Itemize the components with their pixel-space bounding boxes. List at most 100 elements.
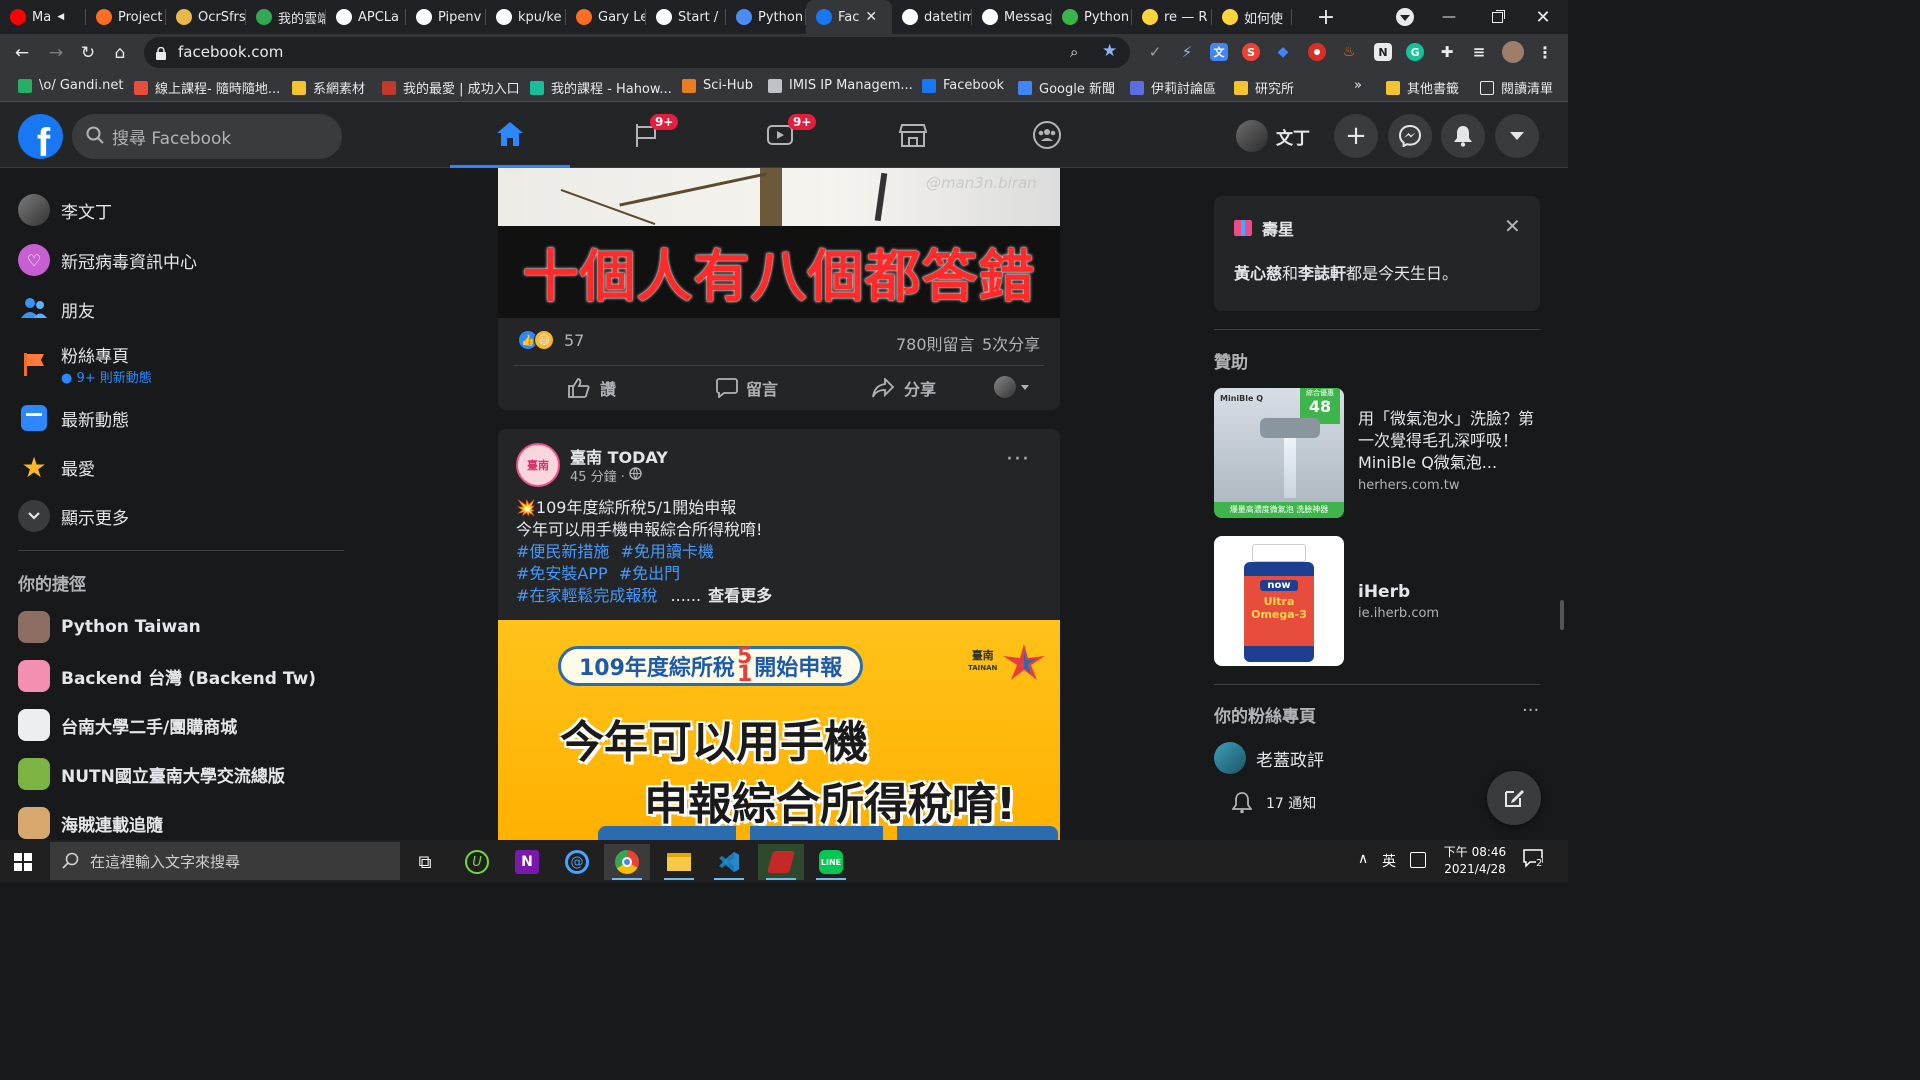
facebook-search-input[interactable]: 搜尋 Facebook — [72, 114, 342, 159]
birthday-name[interactable]: 李誌軒 — [1298, 264, 1346, 283]
new-tab-button[interactable]: + — [1312, 0, 1340, 34]
close-icon[interactable]: ✕ — [1504, 214, 1521, 238]
bookmark-item[interactable]: Google 新聞 — [1018, 78, 1115, 97]
hashtag-link[interactable]: #免用讀卡機 — [621, 542, 714, 561]
bookmark-item[interactable]: \o/ Gandi.net — [18, 78, 123, 93]
sidebar-item-covid[interactable]: ♡ 新冠病毒資訊中心 — [18, 237, 348, 283]
browser-tab[interactable]: datetim — [892, 0, 972, 34]
line-app-icon[interactable]: LINE — [808, 844, 854, 880]
close-window-button[interactable]: ✕ — [1520, 0, 1566, 34]
onenote-app-icon[interactable]: N — [504, 844, 550, 880]
post-image[interactable]: 109年度綜所稅 5 1 開始申報 臺南 TAINAN 今年可以用手機 申報綜合… — [498, 620, 1060, 840]
create-button[interactable]: + — [1334, 114, 1378, 158]
browser-tab[interactable]: 如何使 — [1212, 0, 1292, 34]
bookmark-item[interactable]: 系網素材 — [292, 78, 365, 97]
shortcut-item[interactable]: 台南大學二手/團購商城 — [18, 702, 348, 748]
tab-groups-people[interactable] — [987, 102, 1107, 168]
tab-home[interactable] — [450, 102, 570, 168]
vscode-app-icon[interactable] — [706, 844, 752, 880]
upwork-app-icon[interactable]: U — [454, 844, 500, 880]
like-button[interactable]: 讚 — [568, 376, 616, 400]
taskbar-search-box[interactable]: 在這裡輸入文字來搜尋 — [50, 842, 400, 880]
record-extension-icon[interactable] — [1308, 43, 1326, 61]
quill-app-icon[interactable] — [758, 844, 804, 880]
sidebar-item-show-more[interactable]: 顯示更多 — [18, 493, 348, 539]
ad-item[interactable]: MiniBle Q 綜合優惠 48 爆量高濃度微氣泡 洗臉神器 用「微氣泡水」洗… — [1214, 388, 1540, 518]
comment-button[interactable]: 留言 — [716, 376, 778, 400]
bookmark-item[interactable]: Facebook — [922, 78, 1004, 93]
file-explorer-app-icon[interactable] — [656, 844, 702, 880]
sidebar-item-favorites[interactable]: ★ 最愛 — [18, 444, 348, 490]
bookmark-item[interactable]: IMIS IP Managem... — [768, 78, 913, 93]
task-view-button[interactable]: ⧉ — [402, 844, 448, 880]
account-menu-button[interactable] — [1495, 114, 1539, 158]
browser-tab[interactable]: 我的雲端 — [246, 0, 326, 34]
browser-tab[interactable]: Pipenv — [406, 0, 486, 34]
bookmarks-more-button[interactable]: » — [1354, 78, 1362, 93]
bookmark-star-icon[interactable]: ★ — [1102, 41, 1117, 61]
diamond-extension-icon[interactable]: ◆ — [1274, 43, 1292, 61]
close-tab-icon[interactable]: ✕ — [865, 9, 877, 25]
gmail-app-icon[interactable]: @ — [554, 844, 600, 880]
address-bar[interactable]: facebook.com ⌕ ★ — [144, 37, 1130, 68]
tab-groups[interactable]: 9+ — [586, 102, 706, 168]
browser-tab[interactable]: Ma ◀ — [0, 0, 86, 34]
page-scrollbar[interactable] — [1560, 600, 1564, 630]
hashtag-link[interactable]: #在家輕鬆完成報稅 — [516, 586, 657, 605]
hashtag-link[interactable]: #便民新措施 — [516, 542, 609, 561]
browser-tab[interactable]: Python — [1052, 0, 1132, 34]
browser-tab[interactable]: Python — [726, 0, 806, 34]
new-message-button[interactable] — [1487, 771, 1541, 825]
browser-tab[interactable]: Fac ✕ — [806, 0, 892, 34]
ad-item[interactable]: now Ultra Omega-3 iHerb ie.iherb.com — [1214, 536, 1540, 666]
see-more-link[interactable]: 查看更多 — [708, 586, 772, 605]
zoom-icon[interactable]: ⌕ — [1070, 43, 1078, 61]
translate-extension-icon[interactable]: 文 — [1210, 43, 1228, 61]
post-options-button[interactable]: ··· — [1006, 447, 1030, 472]
bookmark-item[interactable]: 伊莉討論區 — [1130, 78, 1216, 97]
post-time[interactable]: 45 分鐘 · — [570, 466, 625, 485]
sidebar-item-friends[interactable]: 朋友 — [18, 286, 348, 332]
start-button[interactable] — [0, 844, 46, 880]
speaker-icon[interactable]: ◀ — [57, 12, 64, 22]
sidebar-item-pages[interactable]: 粉絲專頁 ● 9+ 則新動態 — [18, 338, 348, 390]
minimize-button[interactable]: — — [1426, 0, 1472, 34]
share-count[interactable]: 5次分享 — [982, 331, 1040, 355]
restore-button[interactable] — [1474, 0, 1520, 34]
page-notifications[interactable]: 17 通知 — [1232, 792, 1316, 814]
facebook-logo-icon[interactable]: f — [18, 114, 63, 159]
birthday-name[interactable]: 黃心慈 — [1234, 264, 1282, 283]
sidebar-item-profile[interactable]: 李文丁 — [18, 187, 348, 233]
checkmark-extension-icon[interactable]: ✓ — [1146, 43, 1164, 61]
comment-count[interactable]: 780則留言 — [896, 331, 975, 355]
browser-tab[interactable]: Messag — [972, 0, 1052, 34]
shortcut-item[interactable]: Python Taiwan — [18, 604, 348, 650]
share-button[interactable]: 分享 — [872, 376, 936, 400]
chrome-app-icon[interactable] — [604, 844, 650, 880]
pages-options-button[interactable]: ··· — [1522, 700, 1539, 721]
shortcut-item[interactable]: Backend 台灣 (Backend Tw) — [18, 653, 348, 699]
hashtag-link[interactable]: #免安裝APP — [516, 564, 608, 583]
bookmark-item[interactable]: 研究所 — [1234, 78, 1294, 97]
page-name[interactable]: 臺南 TODAY — [570, 444, 668, 468]
back-button[interactable]: ← — [8, 40, 36, 66]
notifications-button[interactable] — [1441, 114, 1485, 158]
browser-tab[interactable]: Project — [86, 0, 166, 34]
hashtag-link[interactable]: #免出門 — [619, 564, 680, 583]
notion-extension-icon[interactable]: N — [1374, 43, 1392, 61]
browser-tab[interactable]: OcrSfrs — [166, 0, 246, 34]
bookmark-item[interactable]: Sci-Hub — [682, 78, 753, 93]
bookmark-item[interactable]: 線上課程- 隨時隨地... — [134, 78, 280, 97]
bookmark-item[interactable]: 我的最愛 | 成功入口 — [382, 78, 520, 97]
bolt-extension-icon[interactable]: ⚡ — [1178, 43, 1196, 61]
messenger-button[interactable] — [1388, 114, 1432, 158]
tab-marketplace[interactable] — [853, 102, 973, 168]
puzzle-extensions-icon[interactable]: ✚ — [1438, 43, 1456, 61]
profile-chip[interactable]: 文丁 — [1236, 118, 1310, 154]
ime-mode-icon[interactable] — [1410, 852, 1426, 868]
chrome-menu-icon[interactable]: ⋮ — [1536, 43, 1554, 62]
tab-search-icon[interactable] — [1396, 8, 1414, 26]
shortcut-item[interactable]: NUTN國立臺南大學交流總版 — [18, 751, 348, 797]
tab-watch[interactable]: 9+ — [720, 102, 840, 168]
page-item[interactable]: 老蓋政評 — [1214, 742, 1324, 774]
